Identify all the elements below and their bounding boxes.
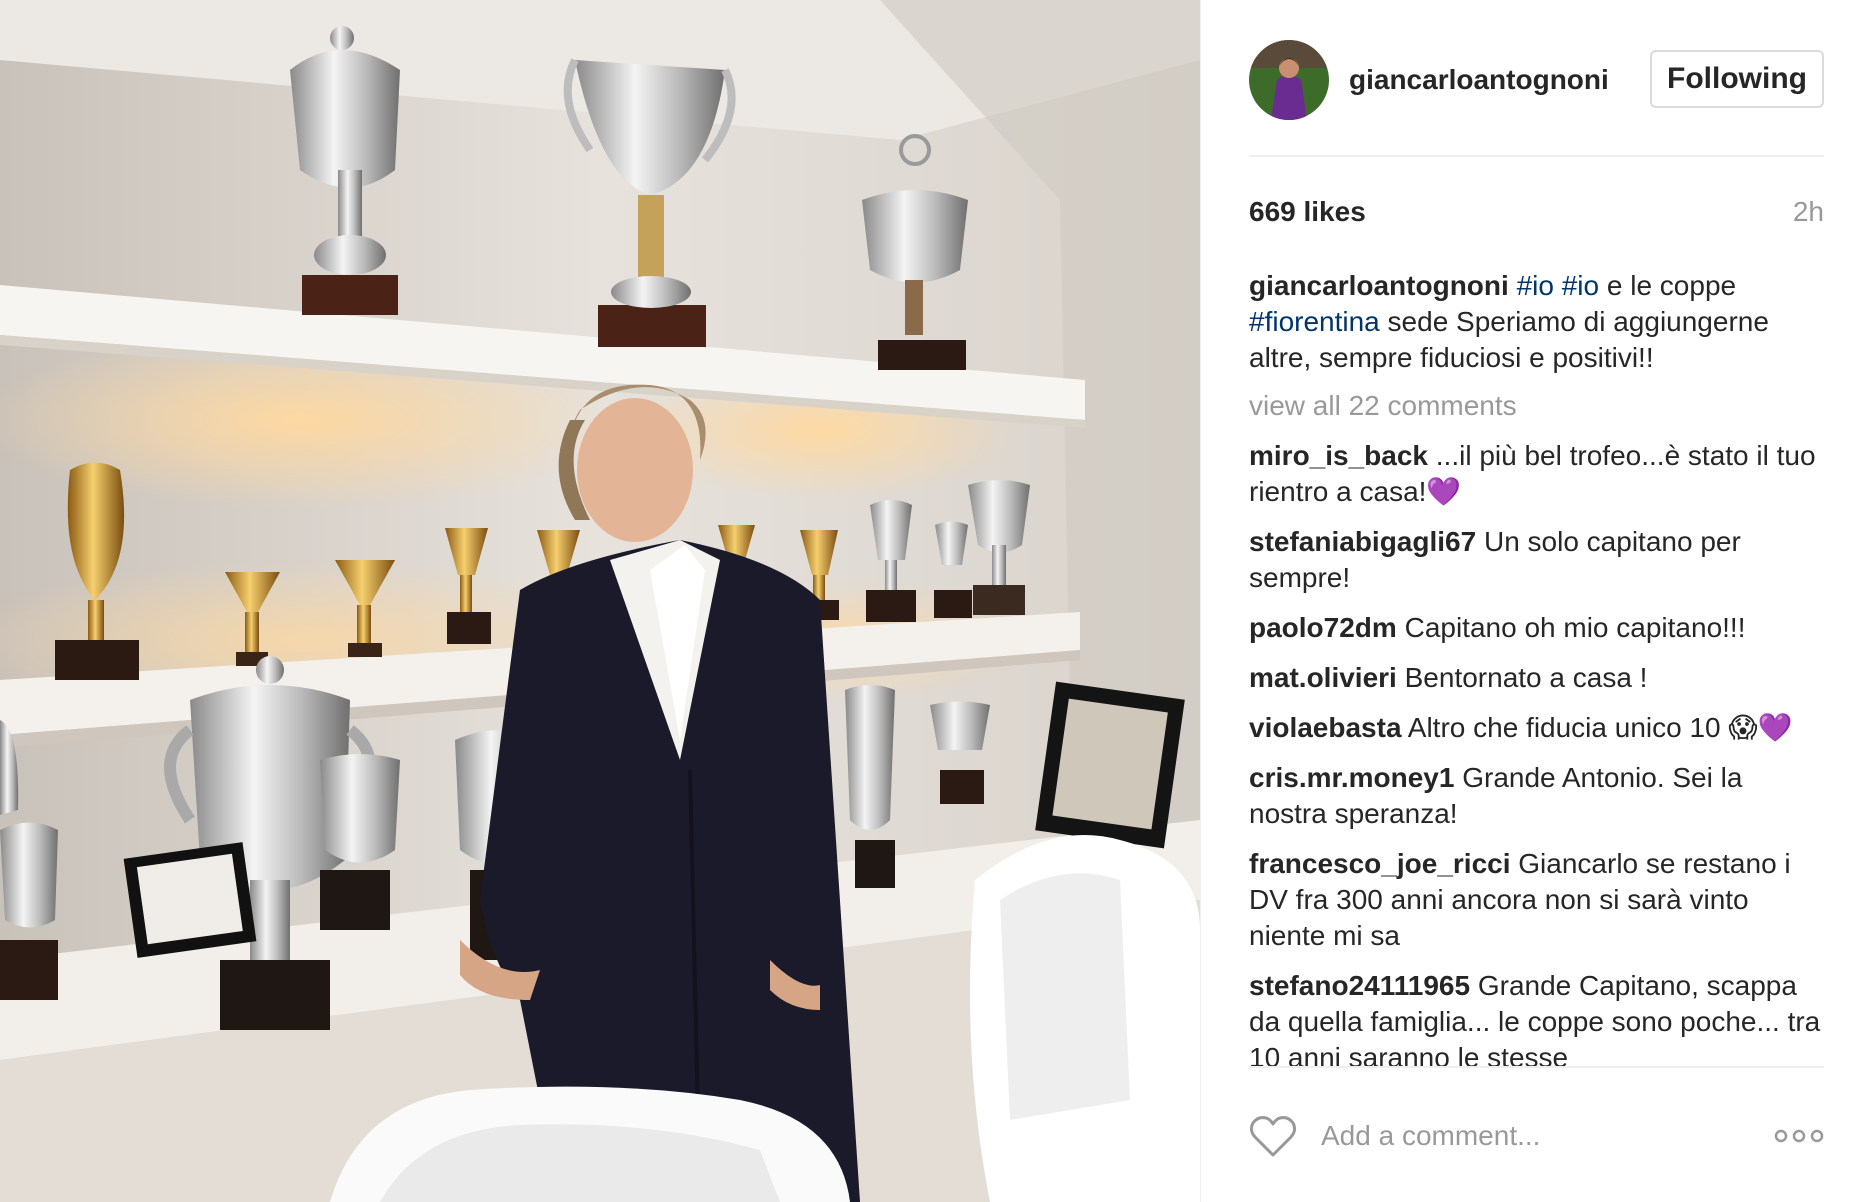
- footer-divider: [1249, 1066, 1824, 1068]
- profile-picture-icon: [1249, 40, 1329, 120]
- comment-text: Altro che fiducia unico 10 😱💜: [1407, 712, 1793, 743]
- likes-row: 669 likes 2h: [1249, 196, 1824, 228]
- comment-item: paolo72dm Capitano oh mio capitano!!!: [1249, 610, 1824, 646]
- comment-item: cris.mr.money1 Grande Antonio. Sei la no…: [1249, 760, 1824, 832]
- add-comment-input[interactable]: [1319, 1119, 1774, 1153]
- post-photo[interactable]: [0, 0, 1200, 1202]
- header-divider: [1249, 155, 1824, 157]
- caption: giancarloantognoni #io #io e le coppe #f…: [1249, 268, 1824, 376]
- view-all-comments-link[interactable]: view all 22 comments: [1249, 388, 1824, 424]
- comment-item: francesco_joe_ricci Giancarlo se restano…: [1249, 846, 1824, 954]
- avatar[interactable]: [1249, 40, 1329, 120]
- post-username[interactable]: giancarloantognoni: [1349, 64, 1609, 96]
- comment-username[interactable]: violaebasta: [1249, 712, 1402, 743]
- hashtag-link[interactable]: #fiorentina: [1249, 306, 1380, 337]
- likes-count[interactable]: 669 likes: [1249, 196, 1366, 228]
- comment-username[interactable]: mat.olivieri: [1249, 662, 1397, 693]
- plaque-right: [1035, 681, 1185, 849]
- comment-item: mat.olivieri Bentornato a casa !: [1249, 660, 1824, 696]
- following-button[interactable]: Following: [1650, 50, 1824, 108]
- trophy-room-photo: [0, 0, 1200, 1202]
- post-header: giancarloantognoni Following: [1249, 40, 1824, 120]
- instagram-post: giancarloantognoni Following 669 likes 2…: [0, 0, 1872, 1202]
- comment-username[interactable]: miro_is_back: [1249, 440, 1428, 471]
- comments-list[interactable]: giancarloantognoni #io #io e le coppe #f…: [1249, 268, 1824, 1066]
- plaque-left: [123, 842, 257, 958]
- comment-text: Bentornato a casa !: [1404, 662, 1648, 693]
- comment-item: violaebasta Altro che fiducia unico 10 😱…: [1249, 710, 1824, 746]
- post-timestamp[interactable]: 2h: [1793, 196, 1824, 228]
- comment-username[interactable]: stefaniabigagli67: [1249, 526, 1476, 557]
- comment-item: stefaniabigagli67 Un solo capitano per s…: [1249, 524, 1824, 596]
- heart-icon[interactable]: [1249, 1114, 1297, 1158]
- hashtag-link[interactable]: #io: [1517, 270, 1554, 301]
- comment-bar: [1249, 1104, 1824, 1168]
- comment-username[interactable]: cris.mr.money1: [1249, 762, 1454, 793]
- post-panel: giancarloantognoni Following 669 likes 2…: [1200, 0, 1870, 1202]
- hashtag-link[interactable]: #io: [1562, 270, 1599, 301]
- caption-username[interactable]: giancarloantognoni: [1249, 270, 1509, 301]
- comment-username[interactable]: francesco_joe_ricci: [1249, 848, 1511, 879]
- armchair-right: [970, 835, 1200, 1202]
- cup-mid-left: [320, 754, 400, 930]
- comment-username[interactable]: stefano24111965: [1249, 970, 1470, 1001]
- comment-text: Capitano oh mio capitano!!!: [1404, 612, 1746, 643]
- more-options-icon[interactable]: [1774, 1129, 1824, 1143]
- comment-item: miro_is_back ...il più bel trofeo...è st…: [1249, 438, 1824, 510]
- comment-item: stefano24111965 Grande Capitano, scappa …: [1249, 968, 1824, 1066]
- caption-text: e le coppe: [1599, 270, 1737, 301]
- comment-username[interactable]: paolo72dm: [1249, 612, 1397, 643]
